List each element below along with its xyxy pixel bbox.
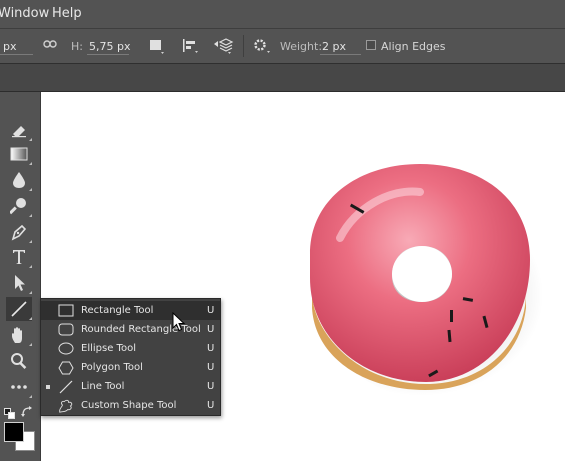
tool-flyout-indicator (29, 291, 32, 294)
arrow-cursor-icon (15, 275, 25, 291)
flyout-item-ellipse-tool[interactable]: Ellipse Tool U (41, 339, 220, 358)
menu-window[interactable]: Window (0, 6, 49, 21)
flyout-item-custom-shape-tool[interactable]: Custom Shape Tool U (41, 396, 220, 415)
rounded-rectangle-icon (58, 322, 74, 337)
document-tab-bar (0, 63, 565, 92)
link-icon[interactable] (43, 37, 57, 54)
zoom-tool[interactable] (6, 349, 32, 373)
weight-field[interactable]: 2 px (322, 40, 346, 53)
menu-help[interactable]: Help (52, 6, 82, 21)
weight-field-underline (320, 54, 361, 55)
path-selection-tool[interactable] (6, 271, 32, 295)
shortcut-key: U (207, 305, 215, 316)
tool-flyout-indicator (29, 138, 32, 141)
eraser-tool[interactable] (6, 118, 32, 142)
shortcut-key: U (207, 343, 215, 354)
eraser-icon (12, 126, 26, 138)
path-alignment-icon[interactable] (182, 38, 202, 57)
tool-flyout-indicator (29, 162, 32, 165)
width-field-underline (0, 54, 33, 55)
flyout-item-rectangle-tool[interactable]: Rectangle Tool U (41, 301, 220, 320)
foreground-color-swatch[interactable] (4, 422, 24, 442)
flyout-item-label: Polygon Tool (81, 362, 143, 373)
edit-toolbar-button[interactable] (6, 375, 32, 399)
flyout-item-polygon-tool[interactable]: Polygon Tool U (41, 358, 220, 377)
ellipse-icon (58, 341, 74, 356)
type-icon (13, 250, 25, 264)
path-arrangement-icon[interactable] (212, 37, 234, 58)
flyout-item-label: Line Tool (81, 381, 125, 392)
shape-tools-flyout: Rectangle Tool U Rounded Rectangle Tool … (40, 298, 221, 416)
gear-icon[interactable] (252, 37, 274, 58)
swap-colors-icon[interactable] (21, 403, 33, 422)
default-colors-icon[interactable] (4, 404, 15, 423)
custom-shape-icon (58, 398, 74, 413)
gradient-tool[interactable] (6, 142, 32, 166)
pen-tool[interactable] (6, 220, 32, 244)
droplet-icon (13, 172, 25, 188)
tool-flyout-indicator (29, 317, 32, 320)
hand-icon (12, 327, 22, 343)
height-field[interactable]: 5,75 px (89, 40, 130, 53)
flyout-item-label: Ellipse Tool (81, 343, 136, 354)
shortcut-key: U (207, 400, 215, 411)
options-bar: px H: 5,75 px Weight: 2 px Align Edges (0, 28, 565, 63)
tool-flyout-indicator (29, 240, 32, 243)
shortcut-key: U (207, 324, 215, 335)
donut-hole (392, 246, 452, 302)
shortcut-key: U (207, 381, 215, 392)
options-divider (243, 35, 244, 57)
height-label: H: (71, 40, 83, 53)
more-dots-icon (11, 385, 27, 389)
tool-flyout-indicator (29, 395, 32, 398)
line-icon (11, 301, 27, 317)
blur-tool[interactable] (6, 168, 32, 192)
flyout-item-rounded-rectangle-tool[interactable]: Rounded Rectangle Tool U (41, 320, 220, 339)
dodge-icon (10, 198, 26, 215)
flyout-item-line-tool[interactable]: Line Tool U (41, 377, 220, 396)
rectangle-icon (58, 303, 74, 318)
line-tool[interactable] (6, 297, 32, 321)
hand-tool[interactable] (6, 323, 32, 347)
gradient-icon (10, 147, 28, 161)
tool-flyout-indicator (29, 214, 32, 217)
shortcut-key: U (207, 362, 215, 373)
polygon-icon (58, 360, 74, 375)
align-edges-checkbox[interactable] (366, 40, 376, 50)
line-icon (58, 379, 74, 394)
dodge-tool[interactable] (6, 194, 32, 218)
mouse-cursor-icon (172, 312, 186, 332)
zoom-icon (11, 353, 27, 369)
donut-image (310, 164, 530, 390)
weight-label: Weight: (280, 40, 323, 53)
height-field-underline (87, 54, 129, 55)
width-unit[interactable]: px (3, 40, 17, 53)
tool-flyout-indicator (29, 188, 32, 191)
active-tool-indicator (46, 385, 50, 389)
tool-flyout-indicator (29, 265, 32, 268)
flyout-item-label: Custom Shape Tool (81, 400, 177, 411)
pen-icon (11, 224, 27, 241)
tool-flyout-indicator (29, 343, 32, 346)
sprinkle (450, 310, 453, 322)
type-tool[interactable] (6, 245, 32, 269)
tools-panel (0, 92, 41, 461)
menu-bar: Window Help (0, 0, 565, 28)
path-operations-icon[interactable] (149, 39, 169, 58)
align-edges-label[interactable]: Align Edges (381, 40, 446, 53)
flyout-item-label: Rectangle Tool (81, 305, 154, 316)
